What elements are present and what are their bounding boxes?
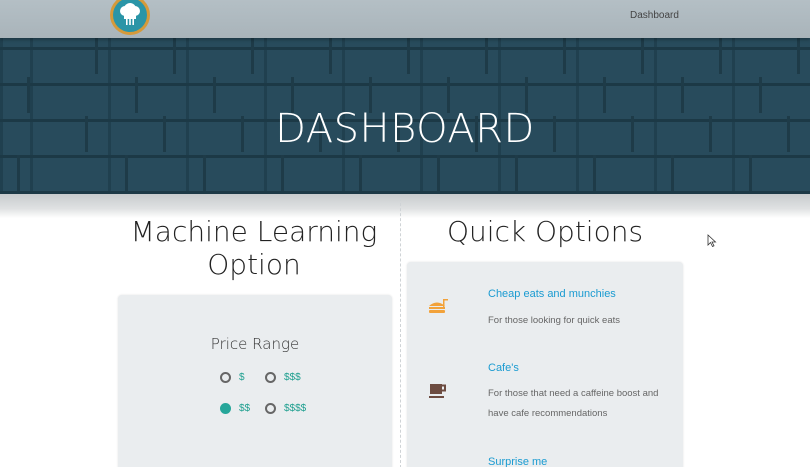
quick-options-card: Cheap eats and munchies For those lookin… (407, 262, 683, 467)
chef-hat-icon (120, 3, 140, 25)
fast-food-icon (429, 299, 448, 313)
quick-option-surprise-link[interactable]: Surprise me (488, 456, 547, 467)
page-title: DASHBOARD (275, 106, 535, 152)
price-option-3[interactable]: $$$ (265, 372, 301, 383)
price-option-label: $$ (239, 403, 251, 414)
price-option-4[interactable]: $$$$ (265, 403, 306, 414)
mouse-cursor-icon (707, 234, 717, 248)
radio-button[interactable] (220, 372, 231, 383)
quick-option-description: For those looking for quick eats (488, 315, 621, 326)
quick-option-cheap-eats-link[interactable]: Cheap eats and munchies (488, 288, 616, 300)
radio-button[interactable] (265, 403, 276, 414)
nav-link-dashboard[interactable]: Dashboard (630, 10, 679, 21)
logo[interactable] (110, 0, 150, 35)
price-option-label: $$$$ (284, 403, 307, 414)
quick-option-cafes-link[interactable]: Cafe's (488, 362, 519, 374)
price-option-1[interactable]: $ (220, 372, 245, 383)
radio-button-checked[interactable] (220, 403, 231, 414)
quick-option-description: For those that need a caffeine boost and… (488, 388, 659, 419)
ml-options-card: Price Range $ $$$ $$ $$$$ (118, 295, 392, 467)
coffee-cup-icon (429, 384, 446, 398)
radio-button[interactable] (265, 372, 276, 383)
price-range-label: Price Range (210, 335, 300, 353)
top-navbar: Dashboard (0, 0, 810, 38)
column-divider (400, 198, 401, 467)
quick-options-title: Quick Options (446, 215, 644, 248)
price-option-label: $ (239, 372, 245, 383)
price-option-label: $$$ (284, 372, 301, 383)
ml-section-title: Machine Learning Option (130, 215, 378, 281)
hero-banner: DASHBOARD (0, 38, 810, 194)
price-option-2[interactable]: $$ (220, 403, 250, 414)
